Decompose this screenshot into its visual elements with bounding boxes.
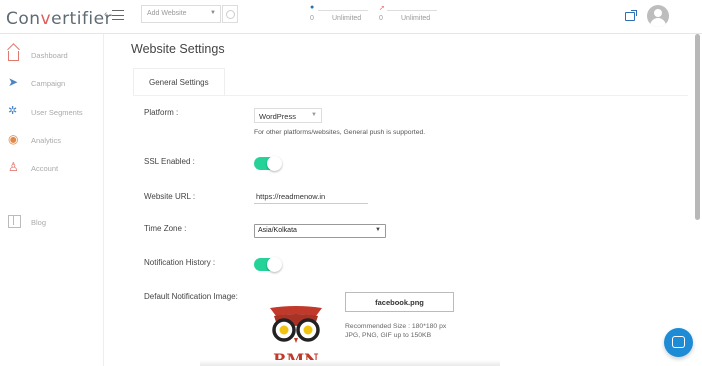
website-url-field[interactable]: https://readmenow.in	[254, 192, 368, 204]
sidebar-item-label: Account	[31, 164, 59, 173]
bottom-shadow	[200, 360, 500, 366]
eye-icon: ◉	[8, 132, 19, 146]
timezone-label: Time Zone :	[144, 224, 187, 233]
avatar-head	[654, 9, 662, 17]
avatar-body	[650, 18, 666, 27]
recommended-size-text: Recommended Size : 180*180 px JPG, PNG, …	[345, 322, 446, 340]
toggle-knob	[267, 155, 282, 171]
chevron-down-icon: ▼	[210, 10, 216, 16]
stat-label: Unlimited	[332, 15, 362, 22]
recommended-size-line: Recommended Size : 180*180 px	[345, 323, 447, 330]
blog-icon	[8, 215, 21, 228]
sidebar-item-label: Blog	[31, 218, 47, 227]
chat-launcher-button[interactable]	[664, 328, 693, 357]
stat-label: Unlimited	[401, 15, 431, 22]
timezone-value: Asia/Kolkata	[258, 227, 297, 234]
rocket-icon: ➚	[379, 5, 385, 12]
platform-value: WordPress	[259, 112, 296, 121]
chevron-down-icon: ▼	[375, 227, 381, 233]
platform-help-text: For other platforms/websites, General pu…	[254, 129, 426, 136]
brand-logo[interactable]: Convertifier	[6, 9, 112, 29]
website-select-placeholder: Add Website	[147, 10, 187, 17]
user-icon: ●	[310, 4, 315, 11]
chevron-left-icon: ‹	[104, 9, 108, 20]
sidebar-item-label: Dashboard	[31, 51, 68, 60]
logo-accent-letter: v	[40, 9, 52, 29]
add-website-button[interactable]	[222, 5, 238, 23]
stat-bar	[318, 10, 368, 11]
sidebar-item-label: User Segments	[31, 108, 83, 117]
send-icon: ➤	[8, 75, 19, 89]
sidebar-item-label: Analytics	[31, 136, 62, 145]
stat-bar	[387, 10, 437, 11]
campaign-stat: ➚ 0 Unlimited	[379, 4, 449, 28]
page-title: Website Settings	[131, 42, 225, 56]
subscriber-stat: ● 0 Unlimited	[310, 4, 380, 28]
external-link-icon[interactable]	[625, 10, 637, 21]
logo-text-a: Con	[6, 9, 41, 29]
chat-icon	[672, 336, 685, 348]
ssl-toggle[interactable]	[254, 155, 282, 171]
platform-select[interactable]: WordPress ▼	[254, 108, 322, 123]
notification-history-label: Notification History :	[144, 258, 216, 267]
ssl-label: SSL Enabled :	[144, 157, 195, 166]
user-icon: ♙	[8, 160, 19, 174]
menu-icon	[112, 10, 124, 20]
default-image-label: Default Notification Image:	[144, 292, 238, 301]
toggle-knob	[267, 256, 282, 272]
website-url-label: Website URL :	[144, 192, 196, 201]
scrollbar[interactable]	[695, 34, 700, 220]
tab-divider	[133, 95, 688, 96]
tab-general-settings[interactable]: General Settings	[133, 68, 225, 96]
choose-file-button[interactable]: facebook.png	[345, 292, 454, 312]
add-circle-icon	[226, 10, 235, 19]
website-select[interactable]: Add Website ▼	[141, 5, 221, 23]
stat-value: 0	[379, 15, 383, 22]
sidebar-item-label: Campaign	[31, 79, 66, 88]
recommended-format-line: JPG, PNG, GIF up to 150KB	[345, 332, 432, 339]
timezone-select[interactable]: Asia/Kolkata ▼	[254, 224, 386, 238]
logo-text-b: ertifier	[51, 9, 113, 29]
top-bar: Convertifier ‹ Add Website ▼ ● 0 Unlimit…	[0, 0, 702, 34]
notification-history-toggle[interactable]	[254, 256, 282, 272]
owl-logo-image: RMN	[270, 306, 322, 366]
sidebar-collapse-button[interactable]: ‹	[104, 8, 126, 24]
stat-value: 0	[310, 15, 314, 22]
home-icon	[8, 51, 19, 61]
avatar[interactable]	[647, 5, 669, 27]
chevron-down-icon: ▼	[311, 112, 317, 118]
sidebar: Dashboard ➤ Campaign ✲ User Segments ◉ A…	[0, 34, 104, 366]
segments-icon: ✲	[8, 105, 18, 117]
platform-label: Platform :	[144, 108, 179, 117]
